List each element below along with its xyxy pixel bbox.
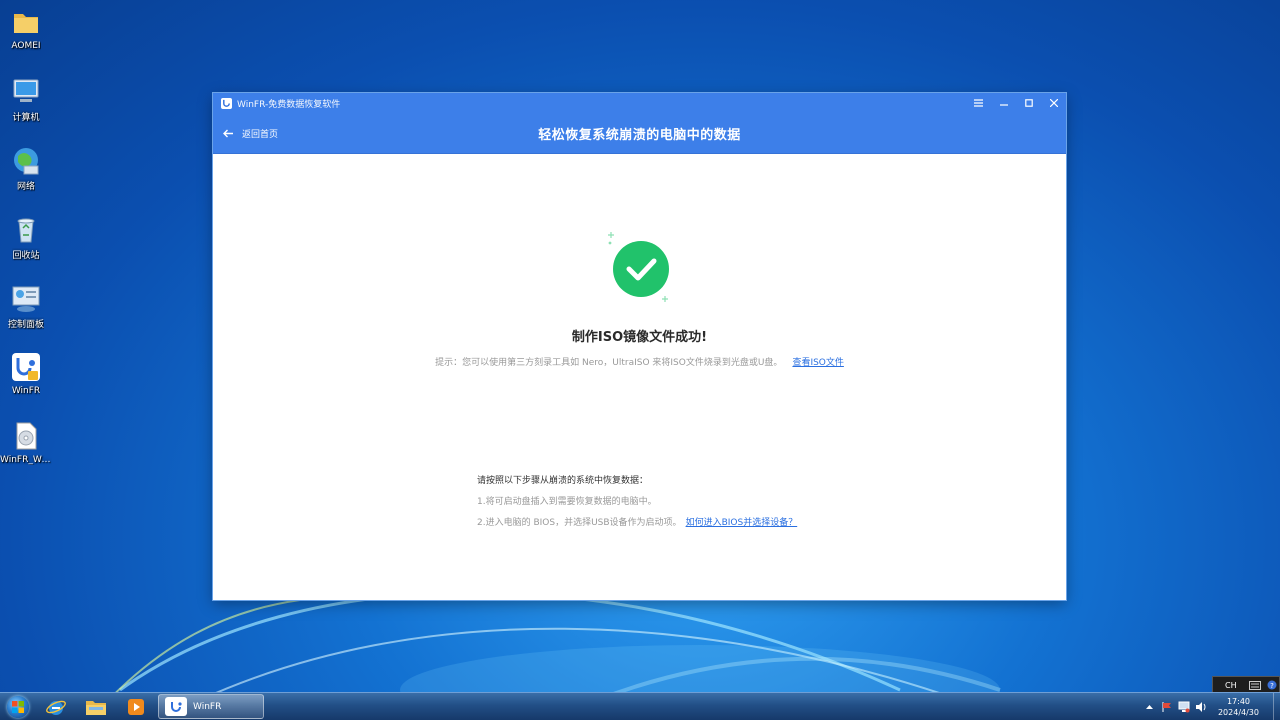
action-center-flag-icon [1162,701,1171,712]
tray-flag-button[interactable] [1160,700,1174,714]
desktop-icon-label: AOMEI [11,41,41,51]
desktop-icon-label: WinFR [11,386,41,396]
taskbar-winfr-label: WinFR [193,701,222,712]
control-panel-icon [12,286,40,312]
taskbar-internet-explorer[interactable] [36,693,76,720]
chevron-up-icon [1146,705,1154,709]
keyboard-icon [1248,680,1261,690]
desktop-icon-recycle-bin[interactable]: 回收站 [0,211,52,273]
tip-text: 提示：您可以使用第三方刻录工具如 Nero，UltraISO 来将ISO文件烧录… [435,358,783,368]
desktop-icon-label: 控制面板 [7,320,44,330]
hamburger-menu-icon [974,99,983,107]
step-2: 2.进入电脑的 BIOS，并选择USB设备作为启动项。 [477,518,682,528]
recycle-bin-icon [17,218,35,243]
network-status-icon [1178,701,1190,712]
network-icon [14,148,39,175]
taskbar-media-player[interactable] [116,693,156,720]
bios-help-link[interactable]: 如何进入BIOS并选择设备？ [686,518,798,528]
winfr-window: WinFR-免费数据恢复软件 返回首页 轻松恢复系统崩溃的电脑中的数据 制作IS… [213,93,1066,600]
desktop-icons: AOMEI 计算机 网络 回收站 控制面板 WinFR WinFR_Wi... [0,4,52,487]
computer-icon [13,79,39,102]
disc-image-file-icon [16,422,37,450]
desktop-icon-computer[interactable]: 计算机 [0,73,52,135]
window-title: WinFR-免费数据恢复软件 [237,99,341,110]
close-button[interactable] [1041,93,1066,113]
tip-text-row: 提示：您可以使用第三方刻录工具如 Nero，UltraISO 来将ISO文件烧录… [213,355,1066,368]
taskbar-clock[interactable]: 17:40 2024/4/30 [1218,696,1259,718]
winfr-taskbar-icon [165,697,187,716]
step-1: 1.将可启动盘插入到需要恢复数据的电脑中。 [477,497,657,507]
recovery-steps: 请按照以下步骤从崩溃的系统中恢复数据： 1.将可启动盘插入到需要恢复数据的电脑中… [477,473,797,536]
desktop-icon-label: 回收站 [12,251,40,261]
volume-icon [1195,701,1206,712]
folder-icon [14,14,38,33]
media-player-icon [128,698,144,715]
desktop-icon-winfr-iso[interactable]: WinFR_Wi... [0,418,52,480]
menu-button[interactable] [966,93,991,113]
window-header: 返回首页 轻松恢复系统崩溃的电脑中的数据 [213,113,1066,154]
clock-time: 17:40 [1226,696,1251,706]
taskbar-winfr[interactable]: WinFR [158,694,264,719]
desktop-icon-winfr[interactable]: WinFR [0,349,52,411]
view-iso-file-link[interactable]: 查看ISO文件 [792,358,843,368]
desktop-icon-label: WinFR_Wi... [0,455,52,465]
close-icon [1049,99,1058,107]
help-icon: ? [1267,680,1277,690]
taskbar-file-explorer[interactable] [76,693,116,720]
arrow-left-icon [223,129,234,138]
minimize-icon [999,104,1008,106]
tray-network-button[interactable] [1177,700,1191,714]
back-to-home-button[interactable]: 返回首页 [223,113,278,153]
main-content: 制作ISO镜像文件成功! 提示：您可以使用第三方刻录工具如 Nero，Ultra… [213,154,1066,600]
winfr-icon [12,353,40,381]
desktop-icon-label: 计算机 [12,113,40,123]
system-tray: 17:40 2024/4/30 [1140,693,1280,720]
desktop-icon-label: 网络 [16,182,35,192]
taskbar: WinFR 17:40 2024/4/30 [0,692,1280,720]
tray-expand-button[interactable] [1143,700,1157,714]
windows-logo-icon [7,695,29,718]
tray-volume-button[interactable] [1194,700,1208,714]
minimize-button[interactable] [991,93,1016,113]
desktop-icon-aomei[interactable]: AOMEI [0,4,52,66]
desktop-icon-control-panel[interactable]: 控制面板 [0,280,52,342]
clock-date: 2024/4/30 [1217,707,1259,717]
file-explorer-icon [86,700,106,715]
back-label: 返回首页 [242,129,279,140]
steps-heading: 请按照以下步骤从崩溃的系统中恢复数据： [477,476,649,486]
maximize-button[interactable] [1016,93,1041,113]
winfr-app-icon [221,97,232,109]
desktop-icon-network[interactable]: 网络 [0,142,52,204]
success-check-icon [608,232,669,302]
step-2-row: 2.进入电脑的 BIOS，并选择USB设备作为启动项。 如何进入BIOS并选择设备… [477,515,797,528]
start-button[interactable] [0,693,36,720]
language-indicator: CH [1225,680,1237,690]
maximize-icon [1024,99,1033,107]
window-controls [966,93,1066,113]
internet-explorer-icon [46,700,66,715]
svg-text:?: ? [1270,682,1274,690]
window-titlebar[interactable]: WinFR-免费数据恢复软件 [213,93,1066,113]
success-title: 制作ISO镜像文件成功! [571,330,708,345]
page-title: 轻松恢复系统崩溃的电脑中的数据 [538,127,741,143]
show-desktop-button[interactable] [1273,693,1280,720]
